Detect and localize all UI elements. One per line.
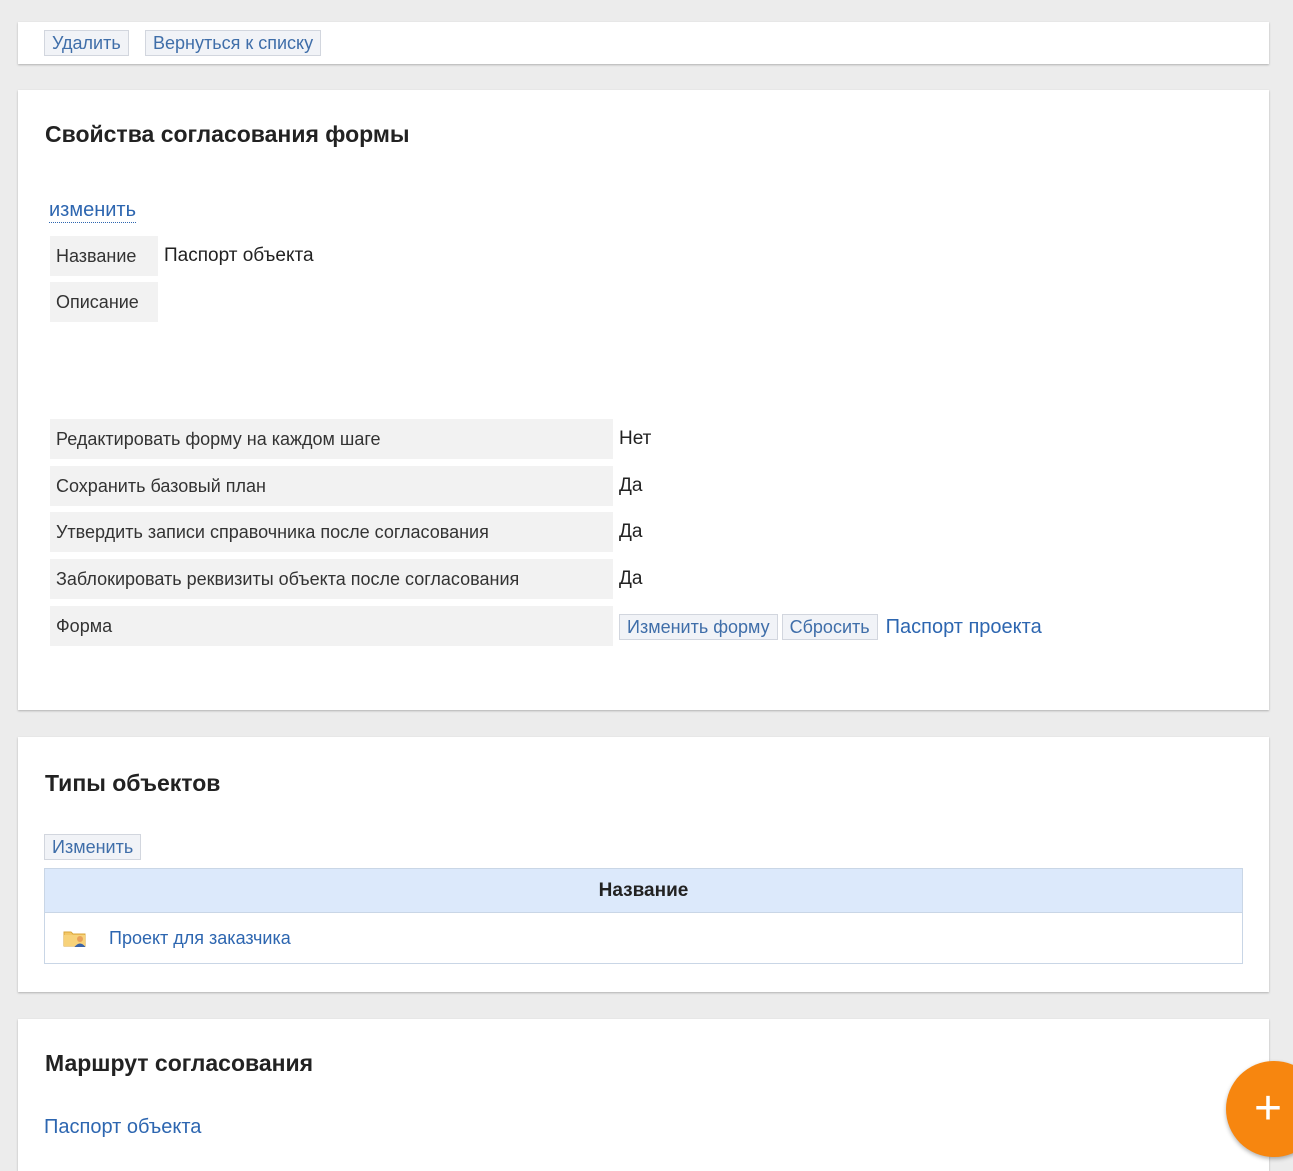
change-form-button[interactable]: Изменить форму <box>619 614 778 640</box>
column-header-name[interactable]: Название <box>45 869 1242 913</box>
change-object-types-button[interactable]: Изменить <box>44 834 142 860</box>
route-title: Маршрут согласования <box>45 1050 314 1076</box>
description-label: Описание <box>50 282 158 322</box>
setting-value-edit-each-step: Нет <box>619 428 652 449</box>
setting-value-approve-records: Да <box>619 521 643 542</box>
toolbar-card: Удалить Вернуться к списку <box>18 22 1269 64</box>
setting-value-save-baseline: Да <box>619 475 643 496</box>
object-types-table: Название Проект для заказчика <box>44 868 1243 964</box>
object-type-link[interactable]: Проект для заказчика <box>109 928 291 949</box>
object-types-card: Типы объектов Изменить Название Проект д… <box>18 737 1269 992</box>
back-to-list-button[interactable]: Вернуться к списку <box>145 30 322 56</box>
form-label: Форма <box>50 606 613 646</box>
name-label: Название <box>50 236 158 276</box>
setting-label-edit-each-step: Редактировать форму на каждом шаге <box>50 419 613 459</box>
reset-form-button[interactable]: Сбросить <box>781 614 878 640</box>
folder-user-icon <box>63 928 87 948</box>
plus-icon: + <box>1254 1082 1283 1135</box>
table-row[interactable]: Проект для заказчика <box>45 913 1242 963</box>
object-types-title: Типы объектов <box>45 770 221 796</box>
setting-label-lock-attributes: Заблокировать реквизиты объекта после со… <box>50 559 613 599</box>
route-card: Маршрут согласования Паспорт объекта <box>18 1019 1269 1171</box>
route-link[interactable]: Паспорт объекта <box>44 1116 201 1139</box>
setting-label-save-baseline: Сохранить базовый план <box>50 466 613 506</box>
form-link[interactable]: Паспорт проекта <box>886 616 1042 639</box>
setting-label-approve-records: Утвердить записи справочника после согла… <box>50 512 613 552</box>
properties-title: Свойства согласования формы <box>45 121 410 147</box>
delete-button[interactable]: Удалить <box>44 30 129 56</box>
edit-properties-link[interactable]: изменить <box>49 198 137 223</box>
properties-card: Свойства согласования формы изменить Наз… <box>18 90 1269 710</box>
name-value: Паспорт объекта <box>164 245 314 266</box>
setting-value-lock-attributes: Да <box>619 568 643 589</box>
form-actions: Изменить форму Сбросить Паспорт проекта <box>619 614 1042 640</box>
